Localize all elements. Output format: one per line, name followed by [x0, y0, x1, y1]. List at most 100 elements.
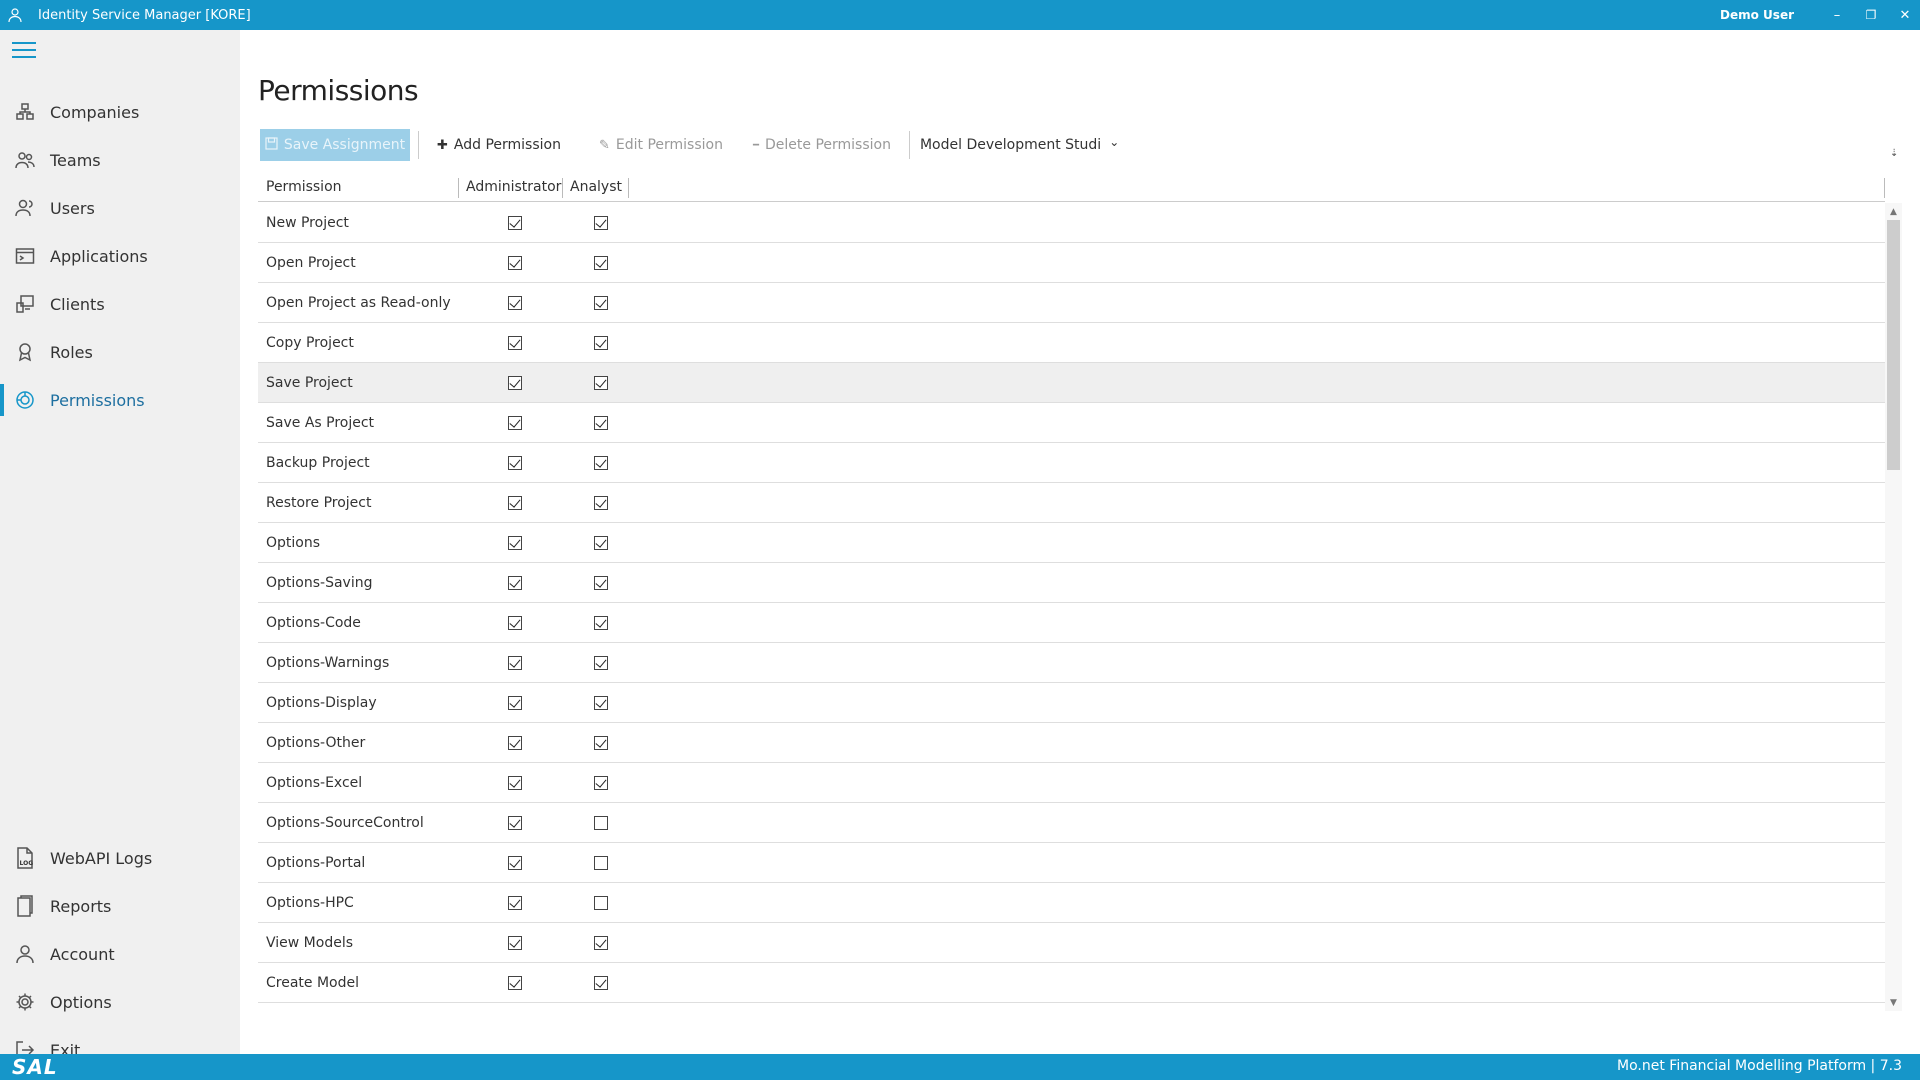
administrator-checkbox[interactable]: [508, 696, 522, 710]
sidebar-item-permissions[interactable]: Permissions: [0, 380, 240, 420]
sidebar-item-clients[interactable]: Clients: [0, 284, 240, 324]
svg-text:LOG: LOG: [20, 860, 34, 867]
save-assignment-button[interactable]: Save Assignment: [260, 129, 410, 161]
administrator-checkbox[interactable]: [508, 816, 522, 830]
administrator-checkbox[interactable]: [508, 416, 522, 430]
sal-logo: SAL: [12, 1055, 58, 1079]
sidebar-item-options[interactable]: Options: [0, 982, 240, 1022]
permission-name: Save As Project: [266, 415, 375, 431]
permission-name: Options-Other: [266, 735, 366, 751]
analyst-checkbox[interactable]: [594, 416, 608, 430]
administrator-checkbox[interactable]: [508, 856, 522, 870]
analyst-checkbox[interactable]: [594, 936, 608, 950]
administrator-checkbox[interactable]: [508, 896, 522, 910]
administrator-checkbox[interactable]: [508, 216, 522, 230]
analyst-checkbox[interactable]: [594, 896, 608, 910]
add-permission-button[interactable]: ✚ Add Permission: [427, 129, 571, 161]
sidebar-item-companies[interactable]: Companies: [0, 92, 240, 132]
administrator-checkbox[interactable]: [508, 576, 522, 590]
toolbar-overflow-icon[interactable]: ⇣: [1890, 148, 1898, 159]
sidebar-item-roles[interactable]: Roles: [0, 332, 240, 372]
administrator-checkbox[interactable]: [508, 456, 522, 470]
administrator-checkbox[interactable]: [508, 536, 522, 550]
analyst-checkbox[interactable]: [594, 496, 608, 510]
table-row[interactable]: Options-Warnings: [258, 643, 1885, 683]
sidebar-item-users[interactable]: Users: [0, 188, 240, 228]
analyst-checkbox[interactable]: [594, 296, 608, 310]
sidebar-item-label: Options: [50, 992, 112, 1012]
scroll-up-icon[interactable]: ▲: [1885, 203, 1902, 220]
column-header-permission[interactable]: Permission: [258, 172, 342, 202]
analyst-checkbox[interactable]: [594, 376, 608, 390]
analyst-checkbox[interactable]: [594, 776, 608, 790]
administrator-checkbox[interactable]: [508, 296, 522, 310]
toolbar: Save Assignment ✚ Add Permission ✎ Edit …: [260, 128, 1121, 162]
app-user-icon: [0, 0, 30, 30]
sidebar-item-reports[interactable]: Reports: [0, 886, 240, 926]
column-separator[interactable]: [628, 178, 629, 198]
table-row[interactable]: Restore Project: [258, 483, 1885, 523]
table-row[interactable]: Copy Project: [258, 323, 1885, 363]
current-user[interactable]: Demo User: [1720, 0, 1794, 30]
analyst-checkbox[interactable]: [594, 216, 608, 230]
administrator-checkbox[interactable]: [508, 256, 522, 270]
analyst-checkbox[interactable]: [594, 256, 608, 270]
administrator-checkbox[interactable]: [508, 776, 522, 790]
scroll-down-icon[interactable]: ▼: [1885, 994, 1902, 1011]
analyst-checkbox[interactable]: [594, 456, 608, 470]
table-row[interactable]: Open Project as Read-only: [258, 283, 1885, 323]
scrollbar-thumb[interactable]: [1887, 220, 1900, 470]
table-row[interactable]: Options-Other: [258, 723, 1885, 763]
administrator-checkbox[interactable]: [508, 936, 522, 950]
column-header-analyst[interactable]: Analyst: [562, 172, 622, 202]
delete-permission-button[interactable]: ━ Delete Permission: [743, 129, 901, 161]
hamburger-menu-icon[interactable]: [12, 40, 36, 60]
minimize-button[interactable]: –: [1822, 0, 1852, 30]
administrator-checkbox[interactable]: [508, 976, 522, 990]
table-row[interactable]: View Models: [258, 923, 1885, 963]
table-row[interactable]: Options-Saving: [258, 563, 1885, 603]
restore-button[interactable]: ❐: [1856, 0, 1886, 30]
table-row[interactable]: Create Model: [258, 963, 1885, 1003]
analyst-checkbox[interactable]: [594, 576, 608, 590]
analyst-checkbox[interactable]: [594, 696, 608, 710]
administrator-checkbox[interactable]: [508, 736, 522, 750]
analyst-checkbox[interactable]: [594, 856, 608, 870]
edit-permission-button[interactable]: ✎ Edit Permission: [589, 129, 733, 161]
administrator-checkbox[interactable]: [508, 656, 522, 670]
table-row[interactable]: Options-Portal: [258, 843, 1885, 883]
close-button[interactable]: ✕: [1890, 0, 1920, 30]
sidebar-item-teams[interactable]: Teams: [0, 140, 240, 180]
table-row[interactable]: Options-Code: [258, 603, 1885, 643]
analyst-checkbox[interactable]: [594, 336, 608, 350]
administrator-checkbox[interactable]: [508, 496, 522, 510]
gear-icon: [15, 992, 35, 1012]
analyst-checkbox[interactable]: [594, 536, 608, 550]
table-row[interactable]: New Project: [258, 203, 1885, 243]
table-row[interactable]: Options-SourceControl: [258, 803, 1885, 843]
application-select[interactable]: Model Development Studi ⌄: [918, 135, 1121, 153]
application-select-value: Model Development Studi: [919, 137, 1102, 153]
table-row[interactable]: Options-Display: [258, 683, 1885, 723]
permission-name: Options-HPC: [266, 895, 354, 911]
administrator-checkbox[interactable]: [508, 336, 522, 350]
table-row[interactable]: Backup Project: [258, 443, 1885, 483]
table-row[interactable]: Options: [258, 523, 1885, 563]
vertical-scrollbar[interactable]: ▲ ▼: [1885, 203, 1902, 1011]
table-row[interactable]: Save As Project: [258, 403, 1885, 443]
sidebar-item-applications[interactable]: Applications: [0, 236, 240, 276]
table-row[interactable]: Save Project: [258, 363, 1885, 403]
analyst-checkbox[interactable]: [594, 656, 608, 670]
analyst-checkbox[interactable]: [594, 976, 608, 990]
analyst-checkbox[interactable]: [594, 736, 608, 750]
sidebar-item-account[interactable]: Account: [0, 934, 240, 974]
table-row[interactable]: Options-Excel: [258, 763, 1885, 803]
table-row[interactable]: Options-HPC: [258, 883, 1885, 923]
table-row[interactable]: Open Project: [258, 243, 1885, 283]
analyst-checkbox[interactable]: [594, 616, 608, 630]
column-header-administrator[interactable]: Administrator: [458, 172, 561, 202]
sidebar-item-webapi-logs[interactable]: LOG WebAPI Logs: [0, 838, 240, 878]
administrator-checkbox[interactable]: [508, 376, 522, 390]
administrator-checkbox[interactable]: [508, 616, 522, 630]
analyst-checkbox[interactable]: [594, 816, 608, 830]
